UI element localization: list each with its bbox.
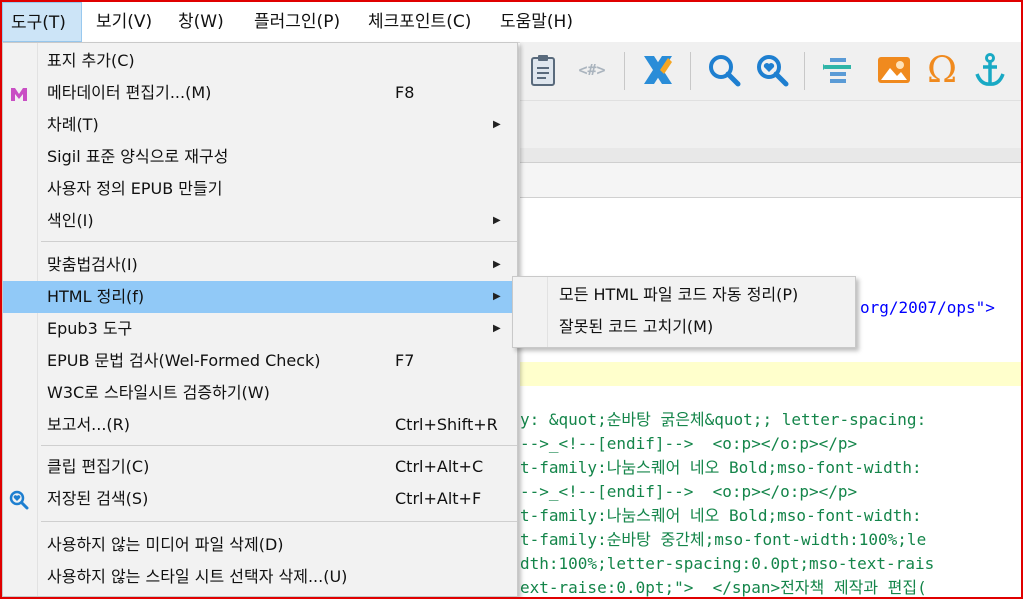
- menu-item-clip-editor[interactable]: 클립 편집기(C) Ctrl+Alt+C: [3, 451, 517, 483]
- menu-checkpoints[interactable]: 체크포인트(C): [360, 2, 479, 42]
- code-line: -->_<!--[endif]--> <o:p></o:p></p>: [520, 432, 1021, 456]
- submenu-item-label: 잘못된 코드 고치기(M): [559, 317, 714, 336]
- menu-item-restructure[interactable]: Sigil 표준 양식으로 재구성: [3, 141, 517, 173]
- code-text: -->_<!--[endif]--> <o:p></o:p></p>: [520, 434, 858, 453]
- menu-help[interactable]: 도움말(H): [492, 2, 581, 42]
- code-line: t-family:나눔스퀘어 네오 Bold;mso-font-width:: [520, 504, 1021, 528]
- tools-menu: 표지 추가(C) 메타데이터 편집기...(M) F8 차례(T) ▶ Sigi…: [2, 42, 518, 597]
- menu-separator: [41, 521, 517, 522]
- editor-tab-bar: [520, 163, 1021, 198]
- code-line: t-family:나눔스퀘어 네오 Bold;mso-font-width:: [520, 456, 1021, 480]
- align-icon[interactable]: [818, 50, 858, 90]
- menu-item-shortcut: F7: [395, 351, 415, 370]
- toolbar-divider: [624, 52, 625, 90]
- code-text: t-family:순바탕 중간체;mso-font-width:100%;le: [520, 530, 927, 549]
- menu-item-index[interactable]: 색인(I) ▶: [3, 205, 517, 237]
- tab-strip: [520, 148, 1021, 163]
- menu-item-w3c-validate[interactable]: W3C로 스타일시트 검증하기(W): [3, 377, 517, 409]
- menu-item-saved-searches[interactable]: 저장된 검색(S) Ctrl+Alt+F: [3, 483, 517, 515]
- menu-item-shortcut: Ctrl+Alt+F: [395, 489, 482, 508]
- code-line: dth:100%;letter-spacing:0.0pt;mso-text-r…: [520, 552, 1021, 576]
- menu-item-label: 표지 추가(C): [47, 51, 135, 70]
- omega-icon[interactable]: Ω: [922, 50, 962, 91]
- main-toolbar: <#> Ω: [520, 42, 1021, 100]
- menu-item-delete-unused-media[interactable]: 사용하지 않는 미디어 파일 삭제(D): [3, 529, 517, 561]
- search-icon[interactable]: [704, 50, 744, 90]
- menu-item-shortcut: Ctrl+Alt+C: [395, 457, 484, 476]
- code-line: y: &quot;순바탕 굵은체&quot;; letter-spacing:: [520, 408, 1021, 432]
- metadata-m-icon: [9, 83, 29, 103]
- menu-item-delete-unused-selectors[interactable]: 사용하지 않는 스타일 시트 선택자 삭제...(U): [3, 561, 517, 593]
- code-line: ext-raise:0.0pt;"> </span>전자책 제작과 편집(: [520, 576, 1021, 597]
- menu-item-label: W3C로 스타일시트 검증하기(W): [47, 383, 270, 402]
- menu-view[interactable]: 보기(V): [88, 2, 160, 42]
- menu-bar: 도구(T) 보기(V) 창(W) 플러그인(P) 체크포인트(C) 도움말(H): [2, 2, 1021, 43]
- code-text: ext-raise:0.0pt;"> </span>전자책 제작과 편집(: [520, 578, 927, 597]
- menu-window[interactable]: 창(W): [170, 2, 232, 42]
- code-text: y: &quot;순바탕 굵은체&quot;; letter-spacing:: [520, 410, 927, 429]
- code-text: dth:100%;letter-spacing:0.0pt;mso-text-r…: [520, 554, 935, 573]
- html-cleanup-submenu: 모든 HTML 파일 코드 자동 정리(P) 잘못된 코드 고치기(M): [512, 276, 856, 348]
- menu-separator: [41, 241, 517, 242]
- menu-item-label: 색인(I): [47, 211, 94, 230]
- menu-item-label: 클립 편집기(C): [47, 457, 150, 476]
- menu-item-label: 저장된 검색(S): [47, 489, 149, 508]
- menu-item-label: HTML 정리(f): [47, 287, 145, 306]
- submenu-arrow-icon: ▶: [493, 215, 501, 226]
- menu-plugins[interactable]: 플러그인(P): [246, 2, 348, 42]
- menu-item-well-formed-check[interactable]: EPUB 문법 검사(Wel-Formed Check) F7: [3, 345, 517, 377]
- submenu-item-label: 모든 HTML 파일 코드 자동 정리(P): [559, 285, 799, 304]
- image-icon[interactable]: [874, 50, 914, 90]
- menu-item-label: Epub3 도구: [47, 319, 133, 338]
- submenu-item-fix-code[interactable]: 잘못된 코드 고치기(M): [513, 311, 855, 343]
- menu-item-label: 사용하지 않는 스타일 시트 선택자 삭제...(U): [47, 567, 348, 586]
- menu-item-html-cleanup[interactable]: HTML 정리(f) ▶: [3, 281, 517, 313]
- menu-item-shortcut: F8: [395, 83, 415, 102]
- code-text: t-family:나눔스퀘어 네오 Bold;mso-font-width:: [520, 506, 922, 525]
- menu-item-reports[interactable]: 보고서...(R) Ctrl+Shift+R: [3, 409, 517, 441]
- submenu-arrow-icon: ▶: [493, 119, 501, 130]
- submenu-item-mend-all[interactable]: 모든 HTML 파일 코드 자동 정리(P): [513, 279, 855, 311]
- menu-item-toc[interactable]: 차례(T) ▶: [3, 109, 517, 141]
- menu-item-spellcheck[interactable]: 맞춤법검사(I) ▶: [3, 249, 517, 281]
- menu-item-custom-epub[interactable]: 사용자 정의 EPUB 만들기: [3, 173, 517, 205]
- clipboard-icon[interactable]: [524, 50, 564, 90]
- menu-item-metadata-editor[interactable]: 메타데이터 편집기...(M) F8: [3, 77, 517, 109]
- menu-item-label: 사용하지 않는 미디어 파일 삭제(D): [47, 535, 284, 554]
- search-heart-icon[interactable]: [752, 50, 792, 90]
- submenu-arrow-icon: ▶: [493, 259, 501, 270]
- code-tags-icon[interactable]: <#>: [572, 50, 612, 90]
- current-line: [520, 362, 1021, 386]
- menu-item-label: 맞춤법검사(I): [47, 255, 138, 274]
- submenu-arrow-icon: ▶: [493, 291, 501, 302]
- code-line: -->_<!--[endif]--> <o:p></o:p></p>: [520, 480, 1021, 504]
- code-line: t-family:순바탕 중간체;mso-font-width:100%;le: [520, 528, 1021, 552]
- menu-item-add-cover[interactable]: 표지 추가(C): [3, 45, 517, 77]
- menu-item-label: 차례(T): [47, 115, 99, 134]
- menu-tools[interactable]: 도구(T): [2, 2, 82, 42]
- code-text: org/2007/ops">: [860, 298, 995, 317]
- secondary-toolbar: [520, 100, 1021, 149]
- menu-item-label: 사용자 정의 EPUB 만들기: [47, 179, 223, 198]
- x-pencil-icon[interactable]: [638, 50, 678, 90]
- menu-item-label: Sigil 표준 양식으로 재구성: [47, 147, 229, 166]
- code-text: -->_<!--[endif]--> <o:p></o:p></p>: [520, 482, 858, 501]
- toolbar-divider: [804, 52, 805, 90]
- saved-search-icon: [9, 489, 29, 510]
- submenu-arrow-icon: ▶: [493, 323, 501, 334]
- menu-item-label: 보고서...(R): [47, 415, 131, 434]
- code-editor[interactable]: org/2007/ops"> y: &quot;순바탕 굵은체&quot;; l…: [520, 198, 1021, 597]
- code-text: t-family:나눔스퀘어 네오 Bold;mso-font-width:: [520, 458, 922, 477]
- menu-item-shortcut: Ctrl+Shift+R: [395, 415, 498, 434]
- menu-separator: [41, 445, 517, 446]
- anchor-icon[interactable]: [970, 50, 1010, 90]
- menu-item-label: 메타데이터 편집기...(M): [47, 83, 212, 102]
- toolbar-divider: [690, 52, 691, 90]
- menu-item-epub3-tools[interactable]: Epub3 도구 ▶: [3, 313, 517, 345]
- menu-item-label: EPUB 문법 검사(Wel-Formed Check): [47, 351, 321, 370]
